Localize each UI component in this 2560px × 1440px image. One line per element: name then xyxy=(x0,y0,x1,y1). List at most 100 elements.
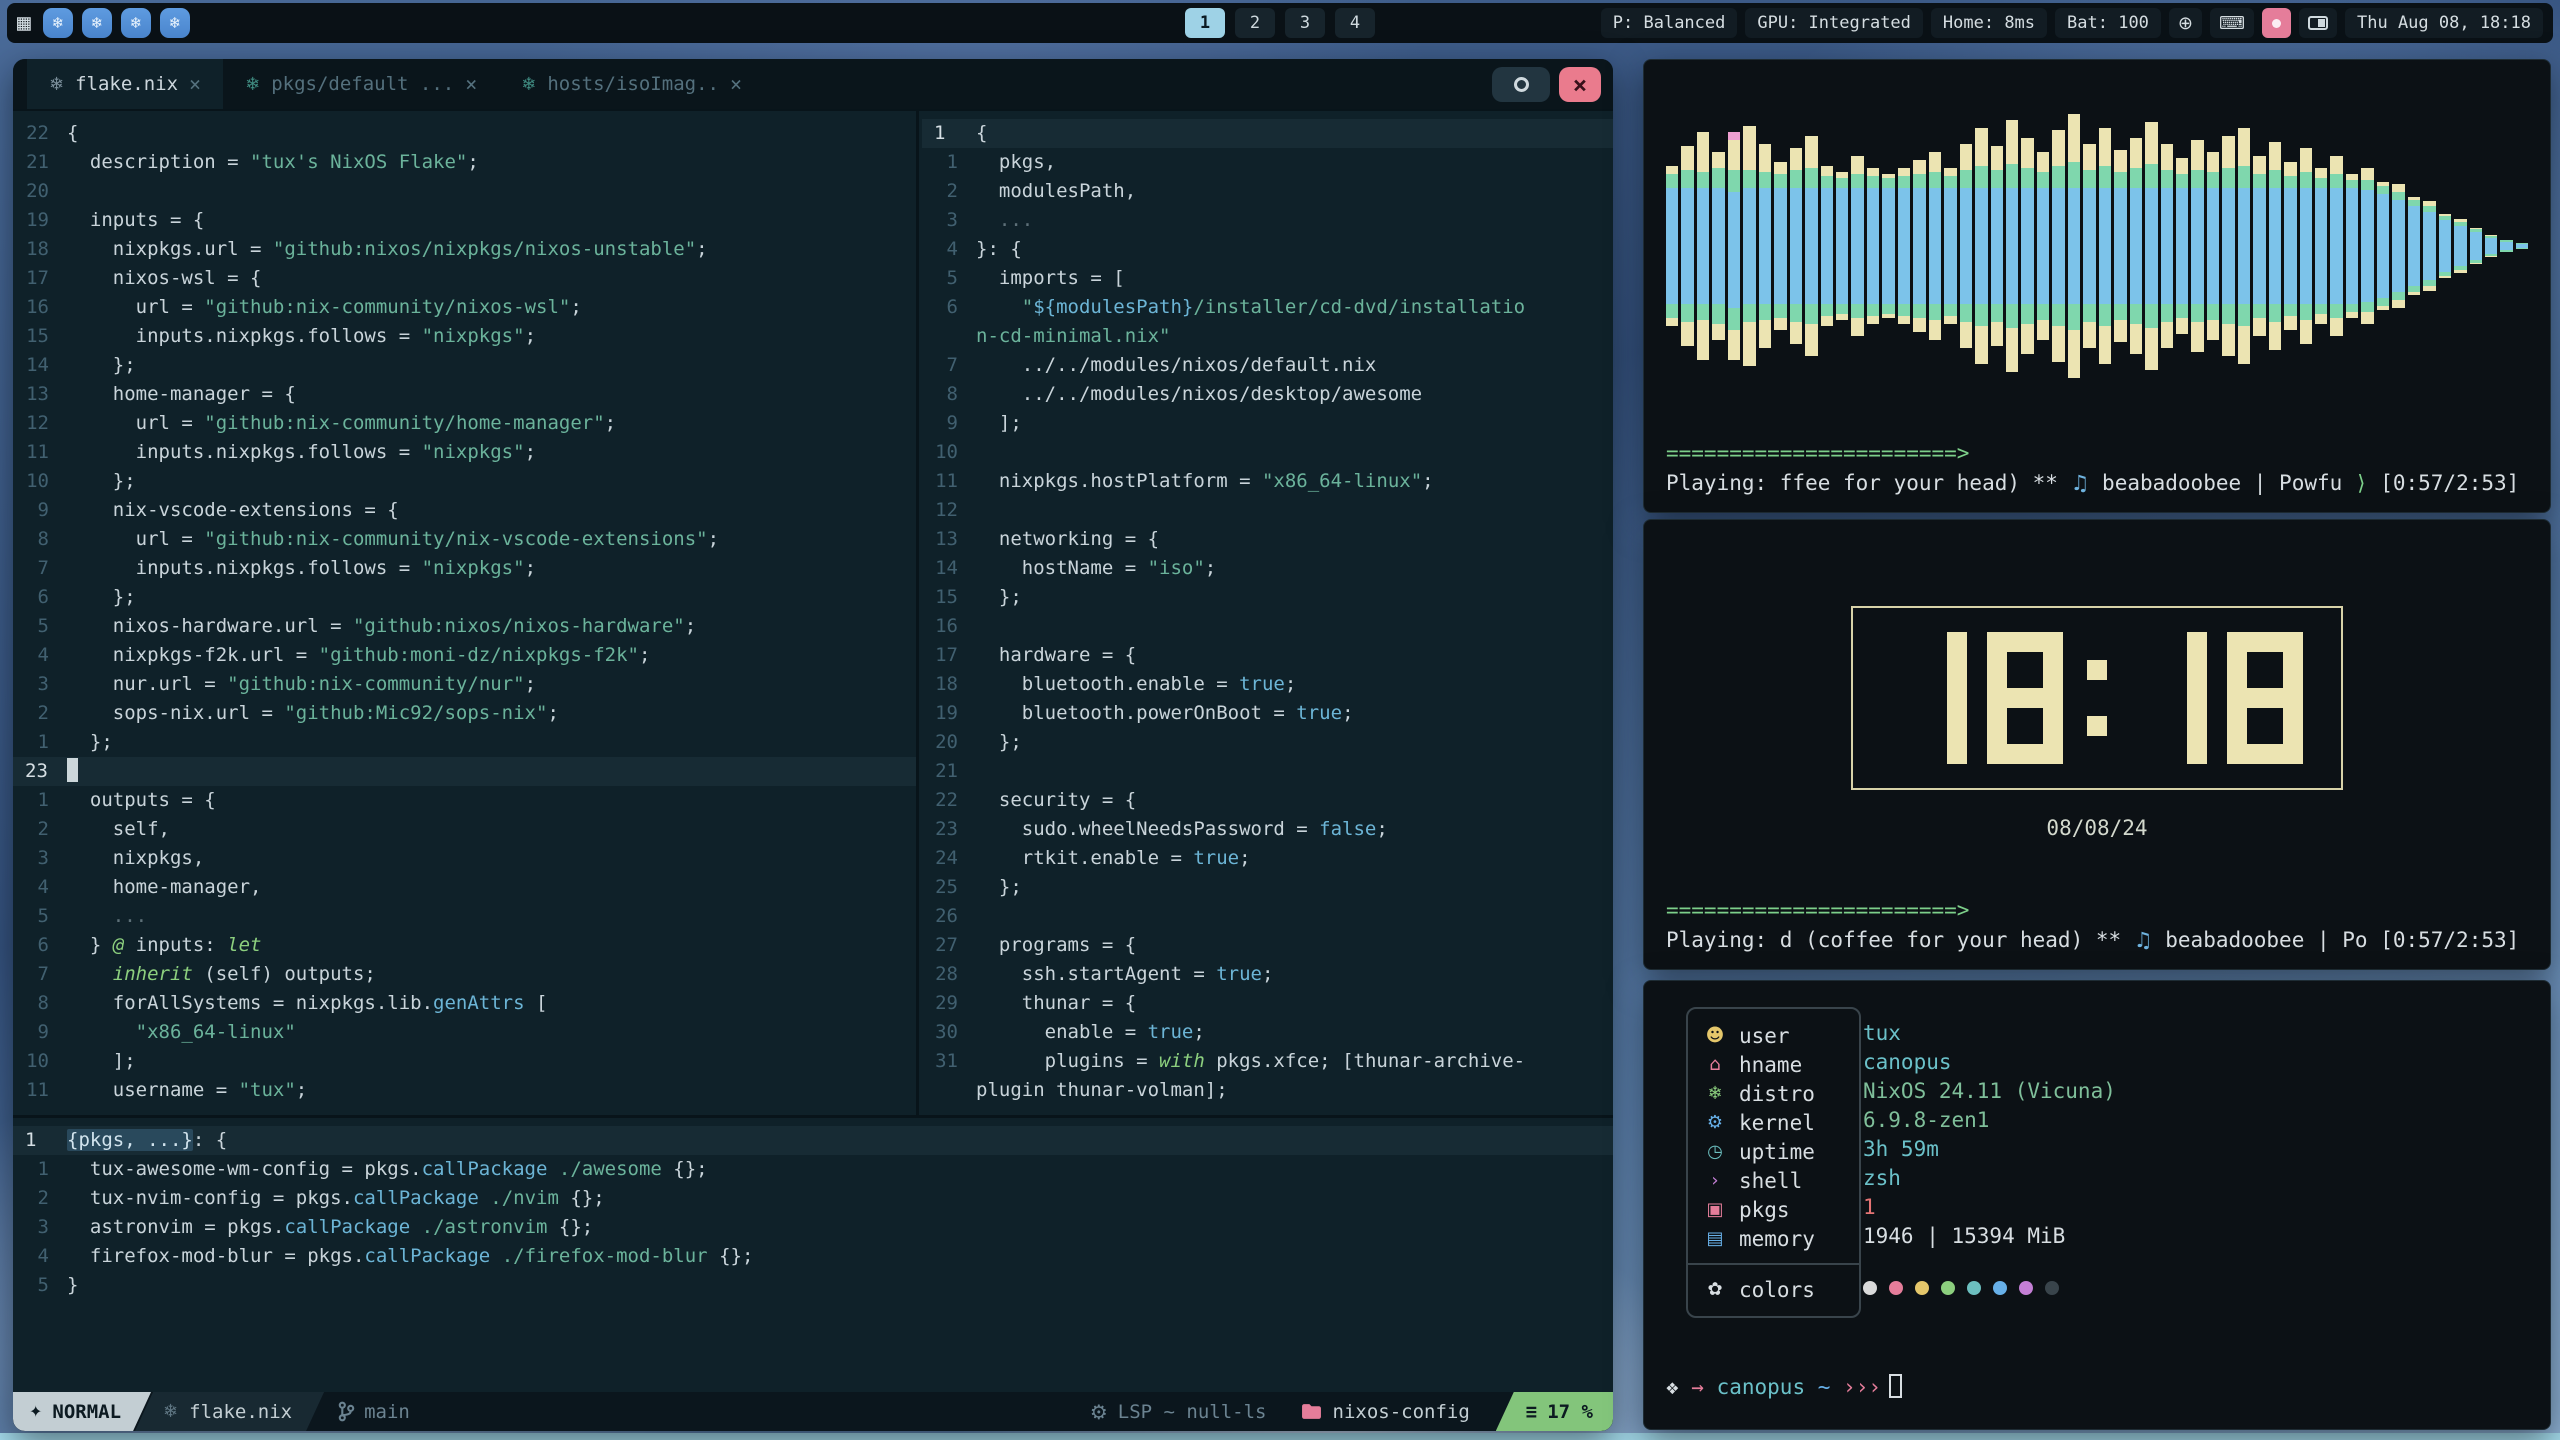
vis-segment xyxy=(2099,188,2111,304)
vis-segment xyxy=(1681,170,1693,188)
vis-column xyxy=(2470,228,2482,264)
code-text: plugin thunar-volman]; xyxy=(976,1076,1228,1105)
workspace-tag-icon[interactable]: ❄ xyxy=(82,8,112,38)
code-text: plugins = with pkgs.xfce; [thunar-archiv… xyxy=(976,1047,1525,1076)
vis-segment xyxy=(1774,188,1786,304)
user-icon: ☻ xyxy=(1704,1025,1726,1046)
window-button-4[interactable]: 4 xyxy=(1335,8,1375,38)
vis-segment xyxy=(1759,172,1771,188)
vis-segment xyxy=(1728,140,1740,170)
vis-segment xyxy=(1944,304,1956,316)
tab-pkgs-default[interactable]: ❄pkgs/default ...× xyxy=(223,59,499,109)
line-number: 9 xyxy=(922,409,976,438)
tab-close-icon[interactable]: × xyxy=(189,72,201,96)
tile-layout-glyph xyxy=(2308,16,2328,30)
window-switcher: 1234 xyxy=(1185,8,1375,38)
palette-dot xyxy=(1915,1281,1929,1295)
vis-segment xyxy=(1975,326,1987,364)
code-token: ; xyxy=(696,238,707,260)
code-token: firefox-mod-blur = pkgs. xyxy=(67,1245,364,1267)
vis-column xyxy=(1867,168,1879,324)
line-number: 24 xyxy=(922,844,976,873)
code-token: "github:nix-community/nixos-wsl" xyxy=(204,296,570,318)
code-text: home-manager = { xyxy=(67,380,296,409)
vis-segment xyxy=(2485,238,2497,254)
tab-flake-nix[interactable]: ❄flake.nix× xyxy=(27,59,223,109)
window-close-button[interactable]: × xyxy=(1559,67,1601,102)
tab-hosts-isoimag[interactable]: ❄hosts/isoImag..× xyxy=(499,59,764,109)
vis-segment xyxy=(2300,188,2312,304)
prompt-part: ~ xyxy=(1805,1375,1843,1399)
app-launcher-icon[interactable]: ▦ xyxy=(17,12,31,35)
tab-close-icon[interactable]: × xyxy=(730,72,742,96)
visualizer-text-lines: =======================> Playing: ffee f… xyxy=(1666,438,2528,498)
vis-segment xyxy=(1681,146,1693,170)
vis-segment xyxy=(1805,136,1817,168)
vis-segment xyxy=(2423,286,2435,291)
git-branch-segment: main xyxy=(324,1392,410,1431)
line-number: 26 xyxy=(922,902,976,931)
code-line: 8 ../../modules/nixos/desktop/awesome xyxy=(922,380,1613,409)
code-token: plugins = xyxy=(976,1050,1159,1072)
editor-pane-pkgs-default[interactable]: 1{pkgs, ...}: {1 tux-awesome-wm-config =… xyxy=(13,1115,1613,1392)
vis-segment xyxy=(1991,188,2003,304)
vis-segment xyxy=(1681,322,1693,346)
vis-segment xyxy=(1929,152,1941,172)
code-line: 29 thunar = { xyxy=(922,989,1613,1018)
vis-segment xyxy=(2346,180,2358,188)
editor-pane-iso-image[interactable]: 1{1 pkgs,2 modulesPath,3 ...4}: {5 impor… xyxy=(922,111,1613,1115)
fetch-divider xyxy=(1688,1263,1859,1265)
vis-segment xyxy=(1882,188,1894,304)
code-token: /installer/cd-dvd/installatio xyxy=(1193,296,1525,318)
tab-close-icon[interactable]: × xyxy=(465,72,477,96)
vis-segment xyxy=(2114,304,2126,320)
folder-icon xyxy=(1301,1403,1322,1420)
fetch-label: pkgs xyxy=(1739,1198,1790,1222)
code-token: callPackage xyxy=(422,1158,548,1180)
code-text: inputs.nixpkgs.follows = "nixpkgs"; xyxy=(67,322,536,351)
code-token: ../../modules/nixos/default.nix xyxy=(976,354,1376,376)
window-button-3[interactable]: 3 xyxy=(1285,8,1325,38)
lsp-label: LSP ~ null-ls xyxy=(1118,1401,1267,1423)
vis-column xyxy=(2145,122,2157,370)
vis-segment xyxy=(1681,304,1693,322)
code-line: 11 nixpkgs.hostPlatform = "x86_64-linux"… xyxy=(922,467,1613,496)
vis-segment xyxy=(2238,188,2250,304)
vis-segment xyxy=(1774,304,1786,318)
keyboard-icon[interactable]: ⌨ xyxy=(2210,8,2254,38)
vis-segment xyxy=(2130,188,2142,304)
vis-segment xyxy=(1882,304,1894,314)
editor-pane-flake-nix[interactable]: 22{21 description = "tux's NixOS Flake";… xyxy=(13,111,919,1115)
code-text: inputs = { xyxy=(67,206,204,235)
shell-prompt[interactable]: ❖ → canopus ~ ››› xyxy=(1666,1374,1902,1399)
vis-column xyxy=(1743,126,1755,366)
vis-segment xyxy=(1743,322,1755,366)
window-button-2[interactable]: 2 xyxy=(1235,8,1275,38)
line-number: 29 xyxy=(922,989,976,1018)
code-token: nixpkgs, xyxy=(67,847,204,869)
window-toggle-button[interactable] xyxy=(1492,67,1550,102)
code-line: 18 nixpkgs.url = "github:nixos/nixpkgs/n… xyxy=(13,235,916,264)
vis-column xyxy=(2114,150,2126,342)
workspace-tag-icon[interactable]: ❄ xyxy=(160,8,190,38)
vis-segment xyxy=(2330,318,2342,336)
color-picker-icon[interactable] xyxy=(2262,8,2291,38)
code-token xyxy=(410,1216,421,1238)
workspace-tag-icon[interactable]: ❄ xyxy=(121,8,151,38)
vis-segment xyxy=(2021,138,2033,168)
code-token: url = xyxy=(67,412,204,434)
layout-indicator-icon[interactable] xyxy=(2299,8,2337,38)
line-number: 16 xyxy=(13,293,67,322)
vis-segment xyxy=(2052,326,2064,362)
fetch-row-shell: ›shell xyxy=(1688,1166,1859,1195)
code-text: } xyxy=(67,1271,78,1300)
code-line: 13 home-manager = { xyxy=(13,380,916,409)
now-playing-text: Playing: d (coffee for your head) ** ♫ b… xyxy=(1666,925,2528,955)
code-token: with xyxy=(1159,1050,1205,1072)
workspace-tag-icon[interactable]: ❄ xyxy=(43,8,73,38)
window-button-1[interactable]: 1 xyxy=(1185,8,1225,38)
code-line: 23 xyxy=(13,757,916,786)
network-icon[interactable]: ⊕ xyxy=(2169,8,2202,38)
line-number: 3 xyxy=(13,670,67,699)
vis-segment xyxy=(2006,120,2018,164)
